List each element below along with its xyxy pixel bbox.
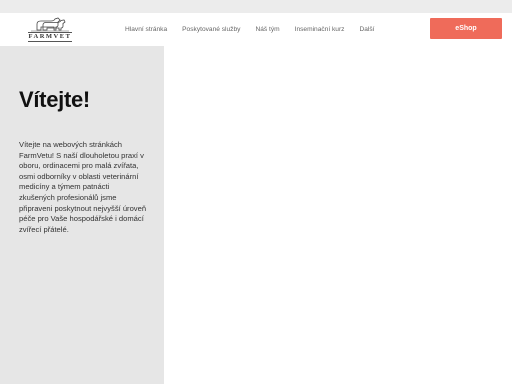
hero-title: Vítejte! — [19, 87, 90, 112]
nav-item-insemination-course[interactable]: Inseminační kurz — [295, 26, 345, 33]
nav-item-more[interactable]: Další — [359, 26, 374, 33]
logo-wordmark: FARMVET — [28, 33, 72, 40]
site-header: FARMVET Hlavní stránka Poskytované služb… — [0, 13, 512, 46]
logo-rule-bottom — [28, 41, 72, 42]
nav-item-home[interactable]: Hlavní stránka — [125, 26, 167, 33]
nav-item-services[interactable]: Poskytované služby — [182, 26, 240, 33]
hero-image-area — [164, 46, 512, 384]
top-strip — [0, 0, 512, 13]
cattle-logo-icon — [31, 17, 69, 32]
farmvet-logo[interactable]: FARMVET — [25, 15, 75, 44]
main-navigation: Hlavní stránka Poskytované služby Náš tý… — [125, 13, 375, 46]
hero-intro-text: Vítejte na webových stránkách FarmVetu! … — [19, 140, 147, 234]
nav-item-team[interactable]: Náš tým — [255, 26, 279, 33]
eshop-button[interactable]: eShop — [430, 18, 502, 39]
